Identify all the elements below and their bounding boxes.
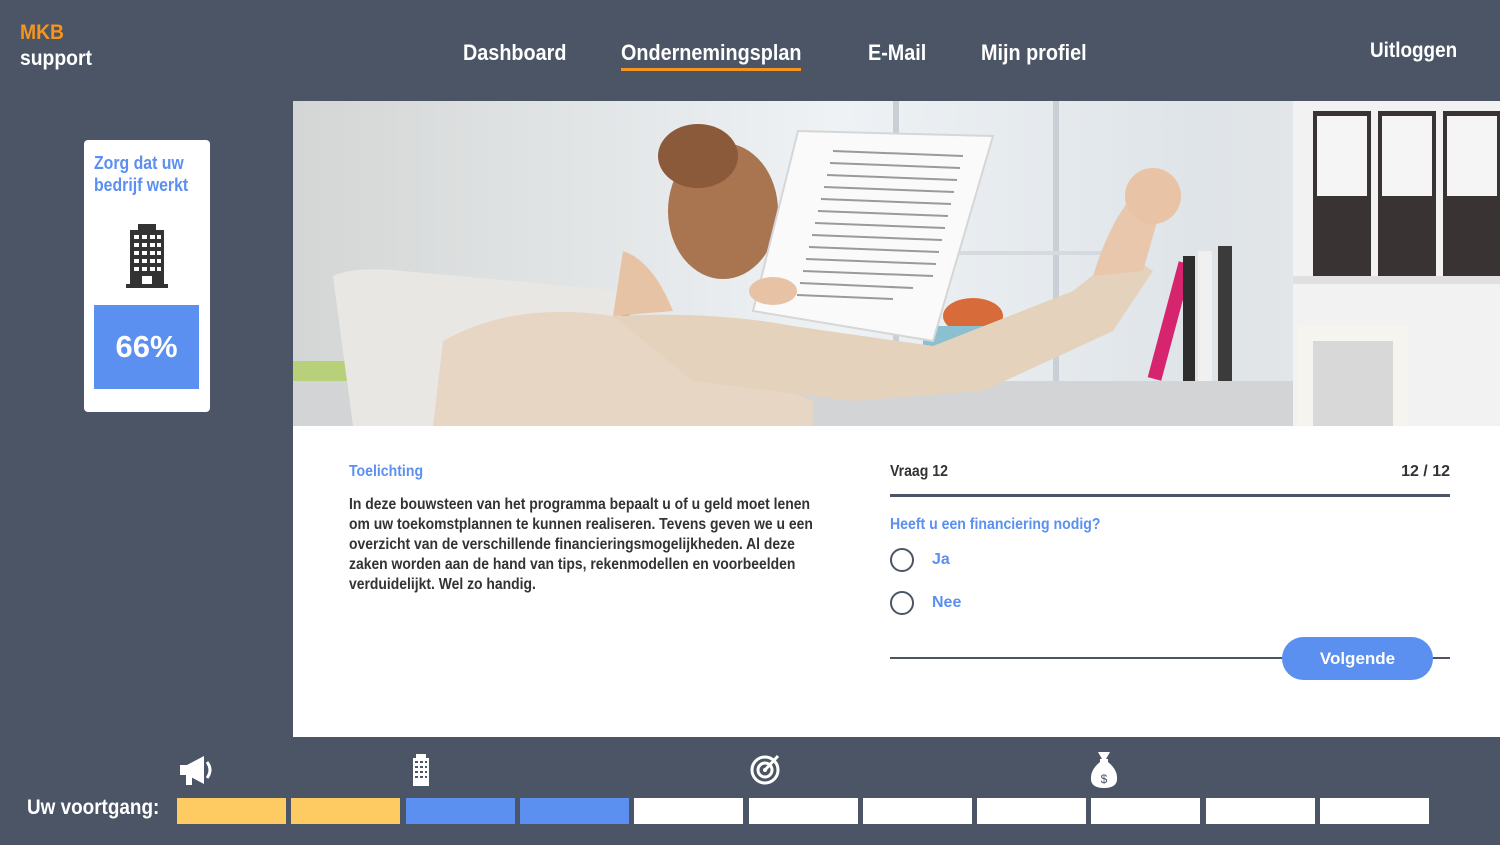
option-nee[interactable]: Nee bbox=[890, 591, 961, 615]
progress-segment bbox=[1320, 798, 1429, 824]
progress-segment bbox=[748, 798, 858, 824]
progress-card[interactable]: Zorg dat uw bedrijf werkt 66% bbox=[84, 140, 210, 412]
next-button[interactable]: Volgende bbox=[1282, 637, 1433, 680]
building-icon bbox=[410, 750, 432, 795]
explanation-heading: Toelichting bbox=[349, 463, 424, 480]
question-count: 12 / 12 bbox=[1401, 463, 1450, 480]
building-icon bbox=[124, 222, 170, 295]
progress-segment bbox=[1091, 798, 1201, 824]
progress-percent: 66% bbox=[94, 305, 199, 389]
explanation-text: In deze bouwsteen van het programma bepa… bbox=[349, 496, 813, 593]
progress-segment bbox=[862, 798, 972, 824]
nav-email[interactable]: E-Mail bbox=[868, 40, 926, 66]
content-panel: Toelichting In deze bouwsteen van het pr… bbox=[293, 426, 1500, 737]
logo[interactable]: MKB support bbox=[20, 20, 98, 72]
divider bbox=[890, 494, 1450, 497]
nav-mijn-profiel[interactable]: Mijn profiel bbox=[981, 40, 1087, 66]
progress-segment bbox=[177, 798, 286, 824]
nav-dashboard[interactable]: Dashboard bbox=[463, 40, 566, 66]
money-bag-icon: $ bbox=[1088, 750, 1120, 795]
logo-line1: MKB bbox=[20, 21, 65, 44]
radio-ja[interactable] bbox=[890, 548, 914, 572]
progress-segment bbox=[405, 798, 515, 824]
progress-segment bbox=[291, 798, 401, 824]
progress-label: Uw voortgang: bbox=[27, 796, 160, 819]
question-text: Heeft u een financiering nodig? bbox=[890, 516, 1101, 533]
option-ja-label: Ja bbox=[932, 551, 950, 568]
nav-ondernemingsplan[interactable]: Ondernemingsplan bbox=[621, 40, 802, 71]
logo-line2: support bbox=[20, 47, 92, 70]
progress-segment bbox=[977, 798, 1087, 824]
logout-link[interactable]: Uitloggen bbox=[1370, 39, 1457, 63]
progress-segment bbox=[634, 798, 744, 824]
option-nee-label: Nee bbox=[932, 594, 962, 611]
progress-segment bbox=[519, 798, 629, 824]
card-title: Zorg dat uw bedrijf werkt bbox=[94, 153, 189, 195]
megaphone-icon bbox=[177, 750, 215, 795]
target-icon bbox=[750, 750, 782, 793]
svg-text:$: $ bbox=[1101, 772, 1108, 786]
progress-segment bbox=[1205, 798, 1315, 824]
radio-nee[interactable] bbox=[890, 591, 914, 615]
option-ja[interactable]: Ja bbox=[890, 548, 950, 572]
hero-image bbox=[293, 101, 1500, 426]
question-label: Vraag 12 bbox=[890, 463, 948, 480]
